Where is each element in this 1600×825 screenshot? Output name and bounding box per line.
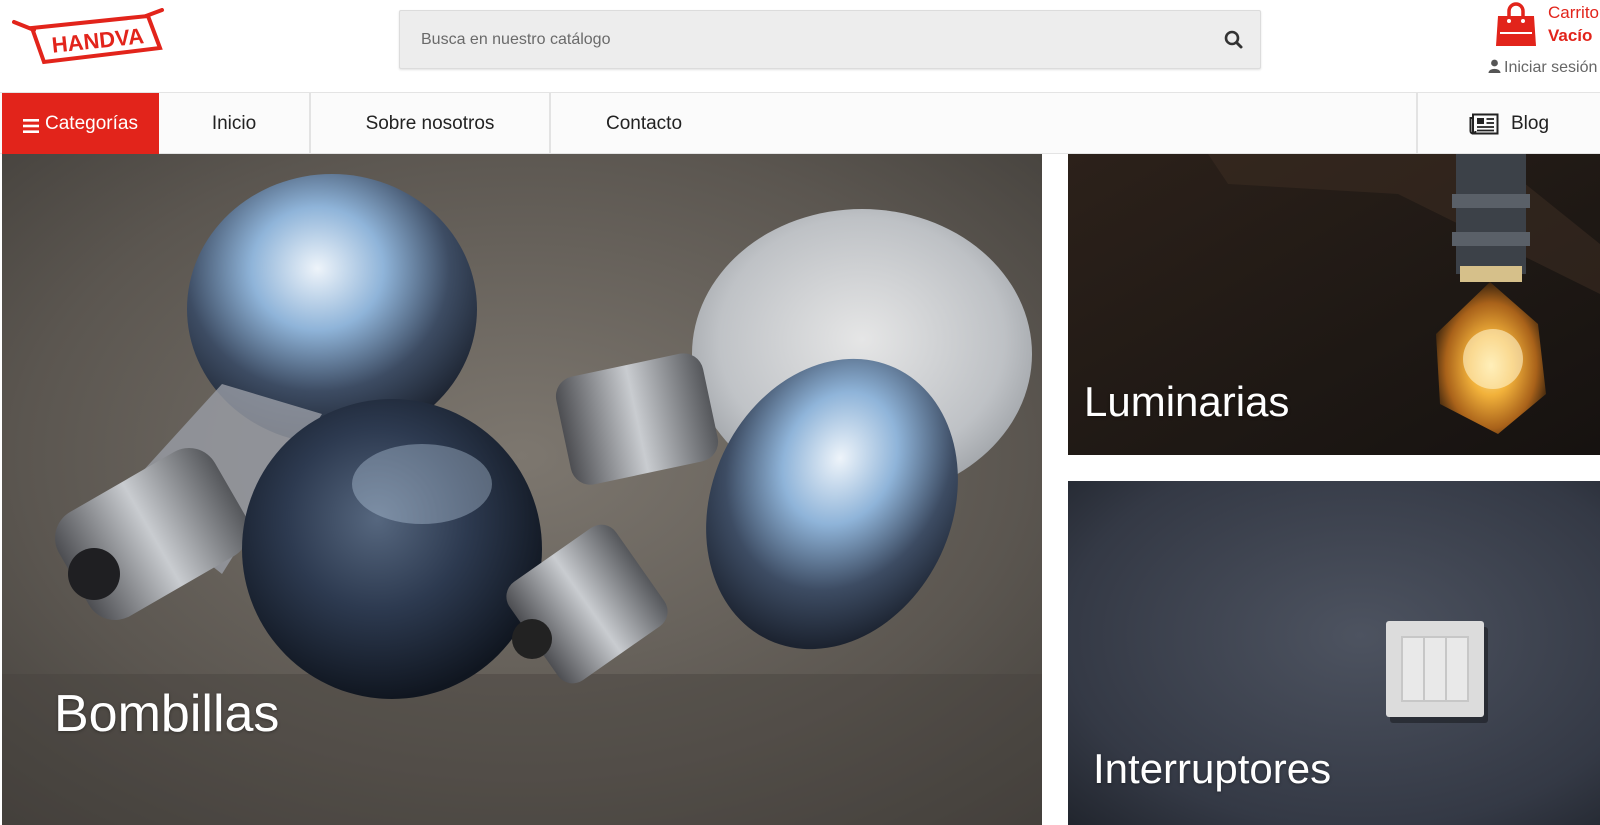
nav-item-label: Inicio: [211, 112, 257, 134]
login-link[interactable]: Iniciar sesión: [1488, 59, 1600, 81]
nav-item-label: Sobre nosotros: [365, 112, 495, 134]
cart-status: Vacío: [1548, 26, 1593, 45]
tile-label-luminarias: Luminarias: [1084, 378, 1290, 425]
newspaper-icon: [1469, 113, 1499, 135]
category-tile-bombillas[interactable]: Bombillas: [2, 154, 1042, 825]
nav-item-sobre-nosotros[interactable]: Sobre nosotros: [311, 93, 551, 154]
cart-title: Carrito: [1548, 3, 1600, 22]
site-header: HANDVA Carrito Vacío: [0, 0, 1600, 92]
user-icon: [1488, 59, 1501, 73]
blog-label: Blog: [1510, 112, 1550, 134]
handva-logo[interactable]: HANDVA: [12, 8, 172, 70]
categories-button[interactable]: Categorías: [2, 93, 159, 154]
category-tile-interruptores[interactable]: Interruptores: [1068, 481, 1600, 825]
main-nav: Categorías Inicio Sobre nosotros Contact…: [0, 92, 1600, 154]
search-icon[interactable]: [1222, 28, 1246, 52]
category-tile-luminarias[interactable]: Luminarias: [1068, 154, 1600, 455]
nav-item-label: Contacto: [605, 112, 683, 134]
cart-widget[interactable]: Carrito Vacío: [1488, 0, 1600, 52]
login-label: Iniciar sesión: [1504, 59, 1598, 76]
categories-label: Categorías: [45, 112, 138, 134]
nav-item-contacto[interactable]: Contacto: [551, 93, 737, 154]
search-input[interactable]: [400, 11, 1200, 68]
search-bar: [399, 10, 1261, 69]
nav-item-blog[interactable]: Blog: [1416, 93, 1600, 154]
nav-item-inicio[interactable]: Inicio: [159, 93, 311, 154]
tile-label-interruptores: Interruptores: [1093, 745, 1332, 792]
menu-icon: [23, 117, 40, 133]
shopping-bag-icon: [1492, 0, 1540, 48]
tile-label-bombillas: Bombillas: [54, 685, 280, 743]
